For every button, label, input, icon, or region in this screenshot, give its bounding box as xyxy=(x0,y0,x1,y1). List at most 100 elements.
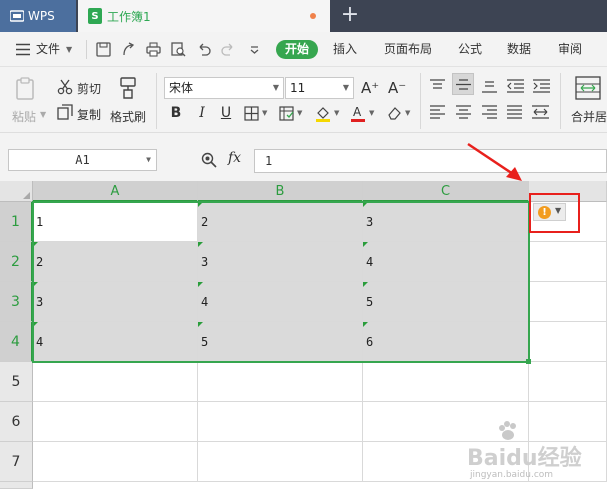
cell-d5[interactable] xyxy=(529,362,607,402)
format-painter-button[interactable]: 格式刷 xyxy=(110,108,146,125)
eraser-dropdown-icon[interactable]: ▼ xyxy=(405,109,410,117)
cell-b4-value: 5 xyxy=(201,334,209,349)
print-icon[interactable] xyxy=(146,42,161,57)
borders-dropdown-icon[interactable]: ▼ xyxy=(262,109,267,117)
cell-c3[interactable]: 5 xyxy=(363,282,529,322)
borders-icon[interactable] xyxy=(244,106,259,121)
customize-toolbar-icon[interactable] xyxy=(247,42,262,57)
undo-icon[interactable] xyxy=(196,42,211,57)
align-top-icon[interactable] xyxy=(430,79,445,93)
redo-icon[interactable] xyxy=(221,42,236,57)
output-pdf-icon[interactable] xyxy=(121,42,136,57)
cell-c5[interactable] xyxy=(363,362,529,402)
cell-a1[interactable]: 1 xyxy=(33,202,198,242)
tab-page-layout[interactable]: 页面布局 xyxy=(384,32,432,67)
cell-c2[interactable]: 4 xyxy=(363,242,529,282)
cell-d3[interactable] xyxy=(529,282,607,322)
fill-handle[interactable] xyxy=(526,359,531,364)
row-header-5[interactable]: 5 xyxy=(0,362,33,402)
document-tab[interactable]: S 工作簿1 xyxy=(78,0,330,32)
insert-function-button[interactable]: fx xyxy=(228,150,241,166)
save-icon[interactable] xyxy=(96,42,111,57)
paste-dropdown-icon[interactable]: ▼ xyxy=(40,110,46,119)
row-header-4[interactable]: 4 xyxy=(0,322,33,362)
align-center-icon[interactable] xyxy=(456,105,471,119)
cell-style-icon[interactable] xyxy=(279,106,294,121)
tab-review[interactable]: 审阅 xyxy=(558,32,582,67)
bold-icon[interactable]: B xyxy=(167,104,185,122)
zoom-search-icon[interactable] xyxy=(201,152,217,168)
column-header-b[interactable]: B xyxy=(198,181,363,202)
error-indicator-icon xyxy=(363,322,368,327)
copy-button[interactable]: 复制 xyxy=(77,106,101,123)
file-dropdown-icon[interactable]: ▼ xyxy=(66,32,72,67)
name-box[interactable]: A1 ▼ xyxy=(8,149,157,171)
row-header-6[interactable]: 6 xyxy=(0,402,33,442)
row-header-1[interactable]: 1 xyxy=(0,202,33,242)
cell-style-dropdown-icon[interactable]: ▼ xyxy=(297,109,302,117)
format-painter-icon[interactable] xyxy=(116,76,140,100)
paste-icon[interactable] xyxy=(15,77,37,101)
underline-icon[interactable]: U xyxy=(217,104,235,122)
decrease-font-size-icon[interactable]: A⁻ xyxy=(388,79,406,97)
cell-a6[interactable] xyxy=(33,402,198,442)
menu-file[interactable]: 文件 xyxy=(36,32,60,67)
font-size-select[interactable]: 11 ▼ xyxy=(285,77,354,99)
cell-b6[interactable] xyxy=(198,402,363,442)
new-tab-button[interactable]: + xyxy=(338,3,362,27)
cell-b7[interactable] xyxy=(198,442,363,482)
paste-button[interactable]: 粘贴 xyxy=(12,108,36,125)
row-header-7[interactable]: 7 xyxy=(0,442,33,482)
tab-data[interactable]: 数据 xyxy=(507,32,531,67)
increase-font-size-icon[interactable]: A⁺ xyxy=(361,79,379,97)
tab-start[interactable]: 开始 xyxy=(276,40,318,59)
cut-button[interactable]: 剪切 xyxy=(77,80,101,97)
formula-input[interactable]: 1 xyxy=(254,149,607,173)
align-left-icon[interactable] xyxy=(430,105,445,119)
cell-c4[interactable]: 6 xyxy=(363,322,529,362)
align-middle-button[interactable] xyxy=(452,73,474,95)
merge-center-icon[interactable] xyxy=(575,76,601,100)
align-right-icon[interactable] xyxy=(482,105,497,119)
cell-c1[interactable]: 3 xyxy=(363,202,529,242)
font-color-dropdown-icon[interactable]: ▼ xyxy=(369,109,374,117)
row-header-8[interactable] xyxy=(0,482,33,489)
font-name-value: 宋体 xyxy=(169,81,194,95)
tab-insert[interactable]: 插入 xyxy=(333,32,357,67)
merge-center-button[interactable]: 合并居 xyxy=(571,108,607,125)
font-name-select[interactable]: 宋体 ▼ xyxy=(164,77,284,99)
cell-b1[interactable]: 2 xyxy=(198,202,363,242)
cell-a3[interactable]: 3 xyxy=(33,282,198,322)
justify-icon[interactable] xyxy=(507,105,522,119)
row-header-3[interactable]: 3 xyxy=(0,282,33,322)
distributed-align-icon[interactable] xyxy=(532,105,549,119)
cell-a7[interactable] xyxy=(33,442,198,482)
cell-c4-value: 6 xyxy=(366,334,374,349)
fill-color-dropdown-icon[interactable]: ▼ xyxy=(334,109,339,117)
print-preview-icon[interactable] xyxy=(171,42,186,57)
cell-b4[interactable]: 5 xyxy=(198,322,363,362)
spreadsheet-icon: S xyxy=(88,8,102,24)
eraser-icon[interactable] xyxy=(386,105,402,121)
italic-icon[interactable]: I xyxy=(193,104,211,122)
cell-b5[interactable] xyxy=(198,362,363,402)
increase-indent-icon[interactable] xyxy=(533,79,550,93)
fill-color-icon[interactable] xyxy=(314,104,332,122)
cell-d4[interactable] xyxy=(529,322,607,362)
row-header-2[interactable]: 2 xyxy=(0,242,33,282)
hamburger-menu-icon[interactable] xyxy=(16,43,30,56)
select-all-corner[interactable] xyxy=(0,181,33,202)
cell-d2[interactable] xyxy=(529,242,607,282)
cell-a2[interactable]: 2 xyxy=(33,242,198,282)
cell-a5[interactable] xyxy=(33,362,198,402)
font-color-icon[interactable]: A xyxy=(349,104,367,122)
column-header-a[interactable]: A xyxy=(33,181,198,202)
decrease-indent-icon[interactable] xyxy=(507,79,524,93)
wps-home-tab[interactable]: WPS xyxy=(0,0,76,32)
cell-c2-value: 4 xyxy=(366,254,374,269)
align-bottom-icon[interactable] xyxy=(482,79,497,93)
cell-b3[interactable]: 4 xyxy=(198,282,363,322)
cell-b2[interactable]: 3 xyxy=(198,242,363,282)
tab-formulas[interactable]: 公式 xyxy=(458,32,482,67)
cell-a4[interactable]: 4 xyxy=(33,322,198,362)
